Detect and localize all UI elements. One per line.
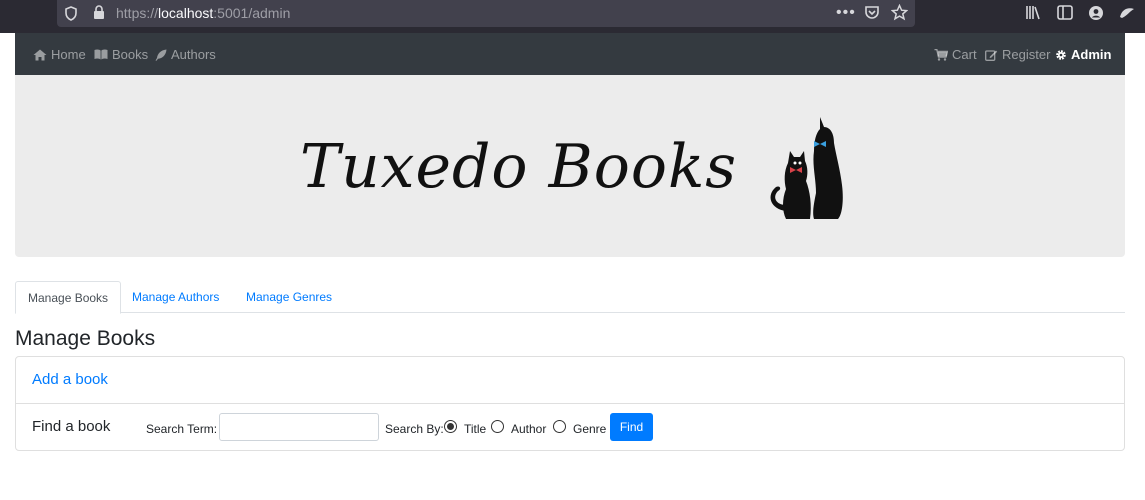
nav-cart[interactable]: Cart (934, 47, 977, 62)
url-host: localhost (158, 5, 214, 21)
add-book-link[interactable]: Add a book (32, 371, 108, 388)
gear-icon (1056, 49, 1066, 60)
cat-logo-icon (770, 117, 843, 219)
tab-manage-genres[interactable]: Manage Genres (234, 281, 344, 313)
tab-manage-books[interactable]: Manage Books (15, 281, 122, 314)
radio-genre-label[interactable]: Genre (573, 422, 606, 436)
nav-admin[interactable]: Admin (1055, 47, 1111, 62)
radio-author-label[interactable]: Author (511, 422, 546, 436)
nav-books[interactable]: Books (94, 47, 148, 62)
url-path: :5001/admin (213, 5, 291, 21)
nav-authors-label: Authors (171, 47, 216, 62)
nav-admin-label: Admin (1071, 47, 1112, 62)
site-navbar: Home Books Authors Cart Register Admin (15, 33, 1125, 75)
nav-register[interactable]: Register (985, 47, 1050, 62)
edit-icon (985, 49, 998, 61)
pocket-icon[interactable] (864, 5, 880, 22)
feather-icon (155, 49, 167, 61)
radio-genre[interactable] (553, 420, 566, 433)
search-term-input[interactable] (219, 413, 379, 441)
shield-icon[interactable] (64, 6, 78, 23)
bookmark-star-icon[interactable] (890, 3, 909, 23)
logo-text: Tuxedo Books (300, 132, 738, 202)
sidebar-icon[interactable] (1057, 5, 1073, 22)
account-icon[interactable] (1088, 5, 1104, 23)
radio-author[interactable] (491, 420, 504, 433)
page-title: Manage Books (15, 327, 156, 350)
book-icon (94, 49, 108, 60)
find-book-label: Find a book (32, 418, 111, 435)
card-divider (16, 403, 1124, 404)
manage-books-card: Add a book Find a book Search Term: Sear… (15, 356, 1125, 451)
more-icon[interactable]: ••• (836, 5, 856, 21)
url-scheme: https:// (116, 5, 159, 21)
nav-cart-label: Cart (952, 47, 977, 62)
find-button[interactable]: Find (610, 413, 653, 441)
nav-home-label: Home (51, 47, 86, 62)
nav-authors[interactable]: Authors (155, 47, 216, 62)
search-by-label: Search By: (385, 422, 444, 436)
radio-title[interactable] (444, 420, 457, 433)
nav-home[interactable]: Home (33, 47, 86, 62)
library-icon[interactable] (1025, 5, 1041, 22)
home-icon (33, 49, 47, 60)
tab-manage-authors[interactable]: Manage Authors (120, 281, 231, 313)
url-text[interactable]: https://localhost:5001/admin (116, 5, 290, 21)
nav-register-label: Register (1002, 47, 1051, 62)
cart-icon (934, 48, 948, 61)
browser-toolbar: https://localhost:5001/admin ••• (0, 0, 1145, 33)
lock-icon[interactable] (93, 5, 105, 22)
radio-title-label[interactable]: Title (464, 422, 486, 436)
search-term-label: Search Term: (146, 422, 218, 436)
nav-books-label: Books (112, 47, 149, 62)
extension-icon[interactable] (1118, 5, 1136, 23)
admin-tabs: Manage Books Manage Authors Manage Genre… (15, 281, 1125, 314)
